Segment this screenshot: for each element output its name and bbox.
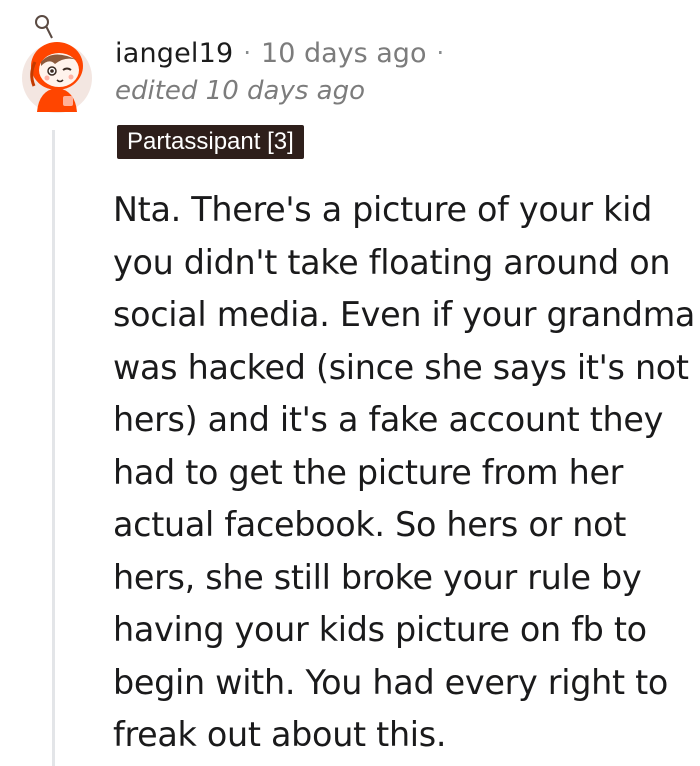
comment-body: Nta. There's a picture of your kid you d… [113,190,696,754]
comment-meta: iangel19 · 10 days ago · [115,33,454,73]
comment-timestamp[interactable]: 10 days ago [261,38,426,69]
meta-separator: · [436,39,445,67]
thread-collapse-line[interactable] [52,130,55,766]
comment-author[interactable]: iangel19 [115,38,233,69]
edited-label: edited 10 days ago [115,76,366,106]
snoo-avatar-icon[interactable] [19,14,97,116]
user-flair: Partassipant [3] [117,125,304,159]
comment: iangel19 · 10 days ago · edited 10 days … [0,0,700,766]
meta-separator: · [243,39,252,67]
